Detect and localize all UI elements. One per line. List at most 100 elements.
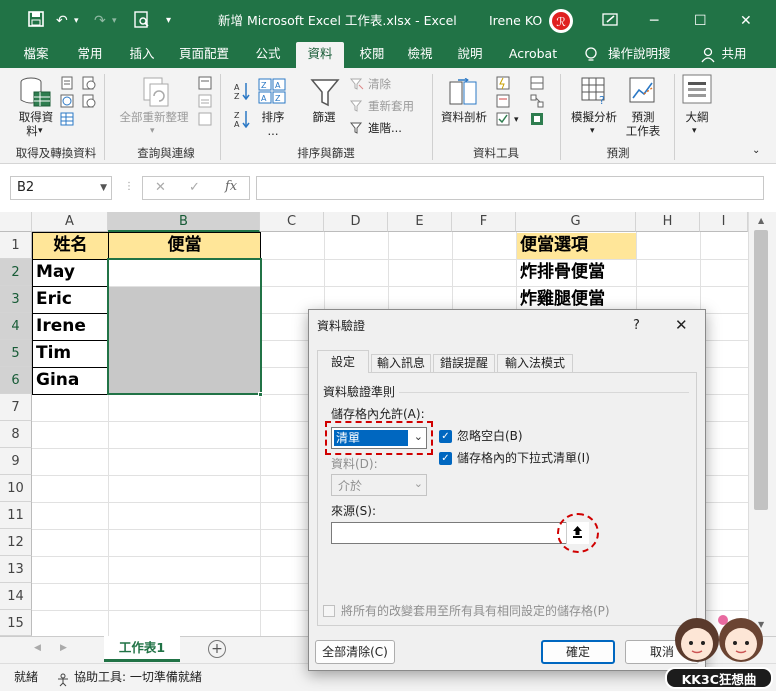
pen-icon[interactable] bbox=[602, 11, 618, 32]
in-cell-dropdown-checkbox[interactable]: ✓ bbox=[439, 452, 452, 465]
database-icon[interactable] bbox=[18, 76, 52, 113]
dialog-help-button[interactable]: ? bbox=[633, 318, 640, 334]
from-table-icon[interactable] bbox=[60, 112, 74, 129]
sort-icon[interactable]: ZAAZ bbox=[258, 78, 288, 107]
recent-sources-icon[interactable] bbox=[82, 76, 96, 93]
close-button[interactable]: ✕ bbox=[740, 12, 752, 30]
flash-fill-icon[interactable] bbox=[496, 76, 510, 93]
add-sheet-icon[interactable]: + bbox=[208, 640, 226, 658]
cell-a2[interactable]: May bbox=[36, 259, 75, 286]
what-if-icon[interactable]: ? bbox=[580, 76, 610, 109]
row-header-12[interactable]: 12 bbox=[0, 529, 32, 556]
remove-duplicates-icon[interactable] bbox=[496, 94, 510, 111]
tab-data[interactable]: 資料 bbox=[296, 42, 344, 68]
forecast-sheet-icon[interactable] bbox=[628, 76, 658, 109]
dialog-close-button[interactable]: ✕ bbox=[675, 317, 688, 333]
existing-connections-icon[interactable] bbox=[82, 94, 96, 111]
row-header-3[interactable]: 3 bbox=[0, 286, 32, 313]
column-header-c[interactable]: C bbox=[260, 212, 324, 232]
column-header-f[interactable]: F bbox=[452, 212, 516, 232]
column-header-i[interactable]: I bbox=[700, 212, 748, 232]
column-header-h[interactable]: H bbox=[636, 212, 700, 232]
cell-g1[interactable]: 便當選項 bbox=[520, 232, 588, 259]
row-header-2[interactable]: 2 bbox=[0, 259, 32, 286]
select-all-corner[interactable] bbox=[0, 212, 32, 232]
row-header-11[interactable]: 11 bbox=[0, 502, 32, 529]
dialog-tab-ime-mode[interactable]: 輸入法模式 bbox=[497, 354, 573, 372]
print-preview-icon[interactable] bbox=[134, 11, 150, 33]
forecast-label[interactable]: 預測 bbox=[624, 110, 662, 124]
tab-acrobat[interactable]: Acrobat bbox=[500, 42, 566, 68]
row-header-5[interactable]: 5 bbox=[0, 340, 32, 367]
column-header-e[interactable]: E bbox=[388, 212, 452, 232]
accessibility-icon[interactable] bbox=[56, 670, 70, 696]
undo-icon[interactable]: ↶ bbox=[56, 12, 68, 30]
formula-bar-grip-icon[interactable]: ⋮ bbox=[124, 181, 134, 192]
column-header-b[interactable]: B bbox=[108, 212, 260, 232]
share-icon[interactable] bbox=[700, 42, 716, 68]
tab-view[interactable]: 檢視 bbox=[398, 42, 442, 68]
cancel-entry-icon[interactable]: ✕ bbox=[155, 180, 166, 195]
scroll-up-icon[interactable]: ▲ bbox=[758, 216, 764, 225]
accessibility-status[interactable]: 協助工具: 一切準備就緒 bbox=[74, 664, 202, 690]
dialog-tab-input-message[interactable]: 輸入訊息 bbox=[371, 354, 431, 372]
column-header-a[interactable]: A bbox=[32, 212, 108, 232]
cell-b1[interactable]: 便當 bbox=[109, 232, 260, 259]
column-header-g[interactable]: G bbox=[516, 212, 636, 232]
insert-function-icon[interactable]: fx bbox=[225, 179, 237, 194]
in-cell-dropdown-label[interactable]: 儲存格內的下拉式清單(I) bbox=[457, 450, 590, 466]
fill-handle[interactable] bbox=[258, 392, 263, 397]
row-header-14[interactable]: 14 bbox=[0, 583, 32, 610]
what-if-dropdown-icon[interactable]: ▾ bbox=[590, 124, 595, 138]
formula-input[interactable] bbox=[256, 176, 764, 200]
prev-sheet-icon[interactable]: ◀ bbox=[34, 643, 41, 653]
tab-page-layout[interactable]: 頁面配置 bbox=[170, 42, 238, 68]
get-data-label[interactable]: 取得資 bbox=[14, 110, 58, 124]
outline-dropdown-icon[interactable]: ▾ bbox=[692, 124, 697, 138]
dialog-tab-error-alert[interactable]: 錯誤提醒 bbox=[433, 354, 495, 372]
row-header-6[interactable]: 6 bbox=[0, 367, 32, 394]
clear-all-button[interactable]: 全部清除(C) bbox=[315, 640, 395, 664]
tab-insert[interactable]: 插入 bbox=[120, 42, 164, 68]
dialog-tab-settings[interactable]: 設定 bbox=[317, 350, 369, 373]
ignore-blank-checkbox[interactable]: ✓ bbox=[439, 430, 452, 443]
from-web-icon[interactable] bbox=[60, 94, 74, 111]
cell-a6[interactable]: Gina bbox=[36, 367, 79, 394]
row-header-4[interactable]: 4 bbox=[0, 313, 32, 340]
share-button[interactable]: 共用 bbox=[718, 42, 750, 68]
outline-icon[interactable] bbox=[682, 74, 712, 107]
from-text-icon[interactable] bbox=[60, 76, 74, 93]
name-box-dropdown-icon[interactable]: ▼ bbox=[100, 177, 107, 199]
ok-button[interactable]: 確定 bbox=[541, 640, 615, 664]
cell-g2[interactable]: 炸排骨便當 bbox=[520, 259, 605, 286]
enter-entry-icon[interactable]: ✓ bbox=[189, 180, 200, 195]
row-header-9[interactable]: 9 bbox=[0, 448, 32, 475]
source-input[interactable] bbox=[331, 522, 589, 544]
queries-connections-icon[interactable] bbox=[198, 76, 212, 93]
vertical-scrollbar[interactable]: ▲ ▼ bbox=[748, 212, 776, 636]
cell-a1[interactable]: 姓名 bbox=[33, 232, 108, 259]
next-sheet-icon[interactable]: ▶ bbox=[60, 643, 67, 653]
ignore-blank-label[interactable]: 忽略空白(B) bbox=[457, 428, 523, 444]
cell-a3[interactable]: Eric bbox=[36, 286, 72, 313]
forecast-label-2[interactable]: 工作表 bbox=[620, 124, 666, 138]
minimize-button[interactable]: ─ bbox=[650, 12, 658, 30]
consolidate-icon[interactable] bbox=[530, 76, 544, 93]
tab-home[interactable]: 常用 bbox=[68, 42, 112, 68]
row-header-15[interactable]: 15 bbox=[0, 610, 32, 636]
filter-icon[interactable] bbox=[310, 78, 340, 111]
row-header-8[interactable]: 8 bbox=[0, 421, 32, 448]
customize-qat-icon[interactable]: ▾ bbox=[166, 12, 171, 30]
row-header-7[interactable]: 7 bbox=[0, 394, 32, 421]
tab-formulas[interactable]: 公式 bbox=[246, 42, 290, 68]
scroll-thumb[interactable] bbox=[754, 230, 768, 510]
text-to-columns-icon[interactable] bbox=[448, 77, 478, 111]
column-header-d[interactable]: D bbox=[324, 212, 388, 232]
data-validation-icon[interactable] bbox=[496, 112, 510, 129]
sheet-tab-active[interactable]: 工作表1 bbox=[104, 636, 180, 662]
tab-tell-me[interactable]: 操作說明搜尋 bbox=[608, 42, 680, 85]
sort-az-icon[interactable]: AZ bbox=[234, 82, 250, 103]
tab-help[interactable]: 說明 bbox=[448, 42, 492, 68]
data-model-icon[interactable] bbox=[530, 112, 544, 129]
row-header-13[interactable]: 13 bbox=[0, 556, 32, 583]
